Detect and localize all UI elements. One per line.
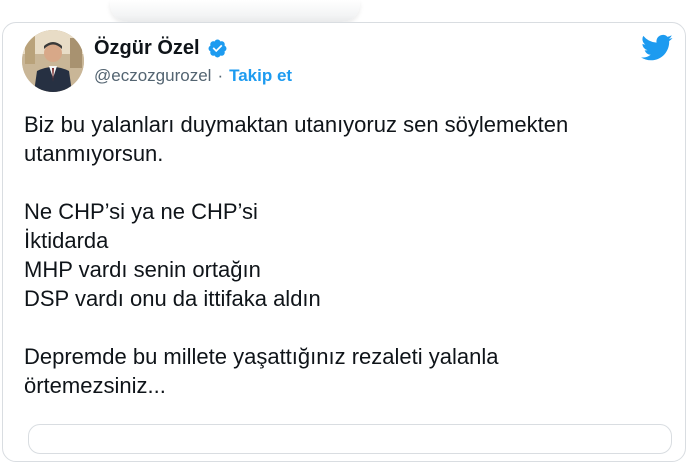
author-display-name[interactable]: Özgür Özel [94,36,200,60]
author-handle-row: @eczozgurozel · Takip et [94,66,292,86]
tweet-line: Depremde bu millete yaşattığınız rezalet… [24,344,499,369]
follow-button[interactable]: Takip et [229,66,292,86]
tweet-line: utanmıyorsun. [24,141,164,166]
avatar[interactable] [22,30,84,92]
tweet-line: İktidarda [24,228,109,253]
tweet-line: DSP vardı onu da ittifaka aldın [24,286,321,311]
tweet-line: MHP vardı senin ortağın [24,257,261,282]
tweet-body: Biz bu yalanları duymaktan utanıyoruz se… [24,110,664,400]
tweet-line: Biz bu yalanları duymaktan utanıyoruz se… [24,112,569,137]
verified-badge-icon [207,38,228,59]
author-name-row: Özgür Özel [94,36,228,60]
tweet-line: Ne CHP’si ya ne CHP’si [24,199,258,224]
top-fold-shadow [110,0,360,22]
separator-dot: · [217,66,224,85]
tweet-line: örtemezsiniz... [24,373,166,398]
author-handle[interactable]: @eczozgurozel [94,66,211,86]
twitter-bird-icon[interactable] [641,34,673,62]
